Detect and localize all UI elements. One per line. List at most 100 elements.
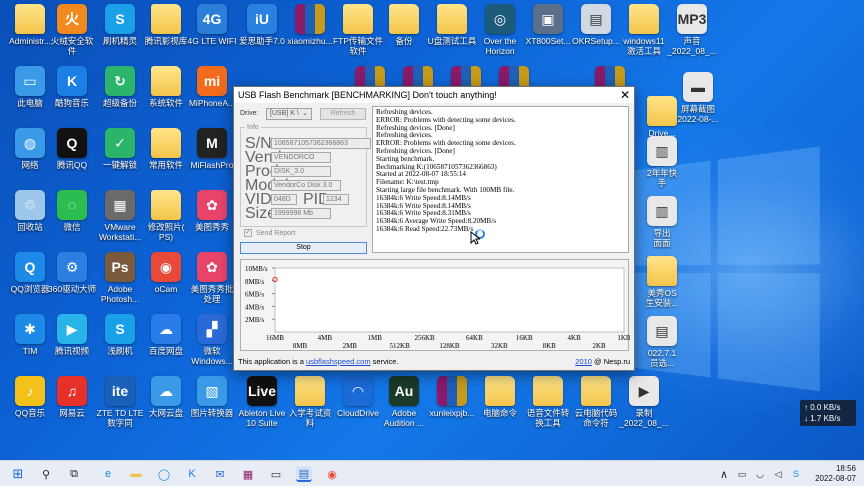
taskbar-app-qqbrowser[interactable]: ◯ <box>156 466 172 482</box>
desktop-icon[interactable]: ◌ 微信 <box>46 190 98 252</box>
desktop-icon[interactable]: ▬ 屏幕截图 2022-08-... <box>672 72 724 134</box>
desktop-icon[interactable]: ▧ 图片转换器 <box>186 376 238 438</box>
desktop-icon[interactable]: 系统软件 <box>140 66 192 128</box>
desktop-icon[interactable]: ◎ Over the Horizon <box>474 4 526 66</box>
network-tray-icon[interactable]: ▭ <box>734 466 750 482</box>
taskbar-app-explorer[interactable]: ▬ <box>128 466 144 482</box>
taskbar-app-winrar[interactable]: ▦ <box>240 466 256 482</box>
desktop-icon-label: 导出 面面 <box>653 228 671 248</box>
desktop-icon[interactable] <box>488 66 540 96</box>
desktop-icon[interactable]: ⚙ 360驱动大师 <box>46 252 98 314</box>
winrar-icon <box>295 4 325 34</box>
log-output[interactable]: Refreshing devices. ERROR: Problems with … <box>372 106 629 253</box>
window-titlebar[interactable]: USB Flash Benchmark [BENCHMARKING] Don't… <box>234 87 634 103</box>
winrar-icon <box>437 376 467 406</box>
wifi-tray-icon[interactable]: ◡ <box>752 466 768 482</box>
desktop-icon[interactable]: ite ZTE TD LTE 数字同 <box>94 376 146 438</box>
taskbar-app-edge[interactable]: e <box>100 466 116 482</box>
desktop-icon[interactable]: xiaomizhu... <box>284 4 336 66</box>
task-view-icon[interactable]: ⧉ <box>66 466 82 482</box>
desktop-icon[interactable]: ↻ 超级备份 <box>94 66 146 128</box>
folder-icon <box>151 4 181 34</box>
desktop-icon[interactable]: 电脑命令 <box>474 376 526 438</box>
desktop-icon-label: 火绒安全软 件 <box>50 36 94 56</box>
desktop-icon[interactable] <box>440 66 492 96</box>
usbflashspeed-link[interactable]: usbflashspeed.com <box>306 357 371 366</box>
desktop-icon[interactable]: ▞ 微软 Windows... <box>186 314 238 376</box>
desktop-icon[interactable]: ◠ CloudDrive <box>332 376 384 438</box>
desktop-icon-label: 美图秀秀 <box>194 222 229 232</box>
desktop-icon[interactable]: K 酷狗音乐 <box>46 66 98 128</box>
desktop-icon[interactable]: Au Adobe Audition ... <box>378 376 430 438</box>
close-icon[interactable]: ✕ <box>620 87 630 103</box>
desktop-icon[interactable]: xunleixpjb... <box>426 376 478 438</box>
send-report-checkbox[interactable]: ✓ Send Report <box>244 229 295 237</box>
desktop-icon[interactable]: ✿ 美图秀秀批 处理 <box>186 252 238 314</box>
desktop-icon[interactable]: ▥ 导出 面面 <box>636 196 688 258</box>
desktop-icon[interactable]: U盘测试工具 <box>426 4 478 66</box>
desktop-icon[interactable]: ▤ OKRSetup... <box>570 4 622 66</box>
tray-chevron-icon[interactable]: ∧ <box>716 466 732 482</box>
desktop-icon[interactable]: ▥ 2年年快 手 <box>636 136 688 198</box>
desktop-icon[interactable]: 火火绒安全软 件 <box>46 4 98 66</box>
desktop-icon[interactable]: S 刷机精灵 <box>94 4 146 66</box>
desktop-icon[interactable]: windows11 激活工具 <box>618 4 670 66</box>
app-icon: ◎ <box>485 4 515 34</box>
desktop-icon[interactable]: 语音文件转 换工具 <box>522 376 574 438</box>
desktop-icon[interactable]: mi MiPhoneA... <box>186 66 238 128</box>
desktop-icon[interactable]: Ps Adobe Photosh... <box>94 252 146 314</box>
search-icon[interactable]: ⚲ <box>38 466 54 482</box>
drive-select[interactable]: [USB] K \ ⌄ <box>266 108 312 120</box>
info-row: Product:DISK_3.0 <box>245 163 331 180</box>
desktop-icon[interactable]: FTP传输文件 软件 <box>332 4 384 66</box>
desktop-icon-label: VMware Workstati... <box>98 222 142 242</box>
app-icon: Au <box>389 376 419 406</box>
desktop-icon[interactable]: M MiFlashPro <box>186 128 238 190</box>
ime-tray-icon[interactable]: S <box>788 466 804 482</box>
desktop-icon[interactable]: iU 爱思助手7.0 <box>236 4 288 66</box>
desktop-icon[interactable] <box>344 66 396 96</box>
taskbar-app-kugou[interactable]: K <box>184 466 200 482</box>
usb-benchmark-window[interactable]: USB Flash Benchmark [BENCHMARKING] Don't… <box>233 86 635 371</box>
desktop-icon[interactable]: 腾讯影视库 <box>140 4 192 66</box>
desktop-icon[interactable]: Live Ableton Live 10 Suite <box>236 376 288 438</box>
taskbar-app-mail[interactable]: ✉ <box>212 466 228 482</box>
taskbar-app-usbbench[interactable]: ▤ <box>296 466 312 482</box>
desktop-icon[interactable]: ♫ 网易云 <box>46 376 98 438</box>
desktop-icon[interactable]: ✿ 美图秀秀 <box>186 190 238 252</box>
desktop-icon[interactable] <box>584 66 636 96</box>
desktop-icon[interactable]: ▤ 022.7.1 员选... <box>636 316 688 378</box>
desktop-icon[interactable]: 美秀OS 生安装... <box>636 256 688 318</box>
desktop-icon-label: 录制 _2022_08_... <box>619 408 669 428</box>
refresh-button[interactable]: Refresh <box>320 108 366 120</box>
desktop-icon[interactable]: ✓ 一键解锁 <box>94 128 146 190</box>
desktop-icon[interactable]: ☁ 百度网盘 <box>140 314 192 376</box>
desktop-icon[interactable]: Q 腾讯QQ <box>46 128 98 190</box>
stop-button[interactable]: Stop <box>240 242 367 254</box>
desktop-icon[interactable]: 4G 4G LTE WIFI <box>186 4 238 66</box>
app-icon: ▧ <box>197 376 227 406</box>
desktop-icon[interactable]: 常用软件 <box>140 128 192 190</box>
desktop-icon[interactable]: 备份 <box>378 4 430 66</box>
desktop-icon[interactable]: ◉ oCam <box>140 252 192 314</box>
clock[interactable]: 18:56 2022-08-07 <box>815 464 856 484</box>
taskbar-app-terminal[interactable]: ▭ <box>268 466 284 482</box>
year-link[interactable]: 2010 <box>575 357 592 366</box>
desktop-icon[interactable]: ▶ 录制 _2022_08_... <box>618 376 670 438</box>
desktop-icon[interactable]: 入学考试资 料 <box>284 376 336 438</box>
desktop-icon-label: MiPhoneA... <box>188 98 236 108</box>
taskbar-app-ocam[interactable]: ◉ <box>324 466 340 482</box>
start-button[interactable]: ⊞ <box>10 466 26 482</box>
desktop-icon[interactable]: 修改照片( PS) <box>140 190 192 252</box>
desktop-icon[interactable]: ▣ XT800Set... <box>522 4 574 66</box>
desktop-icon[interactable]: S 浅刷机 <box>94 314 146 376</box>
app-icon: ✓ <box>105 128 135 158</box>
desktop-icon[interactable]: MP3 声音 _2022_08_... <box>666 4 718 66</box>
desktop-icon[interactable] <box>392 66 444 96</box>
desktop-icon[interactable]: 云电脑代码 命令符 <box>570 376 622 438</box>
volume-tray-icon[interactable]: ◁ <box>770 466 786 482</box>
clock-time: 18:56 <box>835 464 856 473</box>
desktop-icon[interactable]: ▦ VMware Workstati... <box>94 190 146 252</box>
desktop-icon[interactable]: ☁ 大网云盘 <box>140 376 192 438</box>
desktop-icon[interactable]: ▶ 腾讯视频 <box>46 314 98 376</box>
